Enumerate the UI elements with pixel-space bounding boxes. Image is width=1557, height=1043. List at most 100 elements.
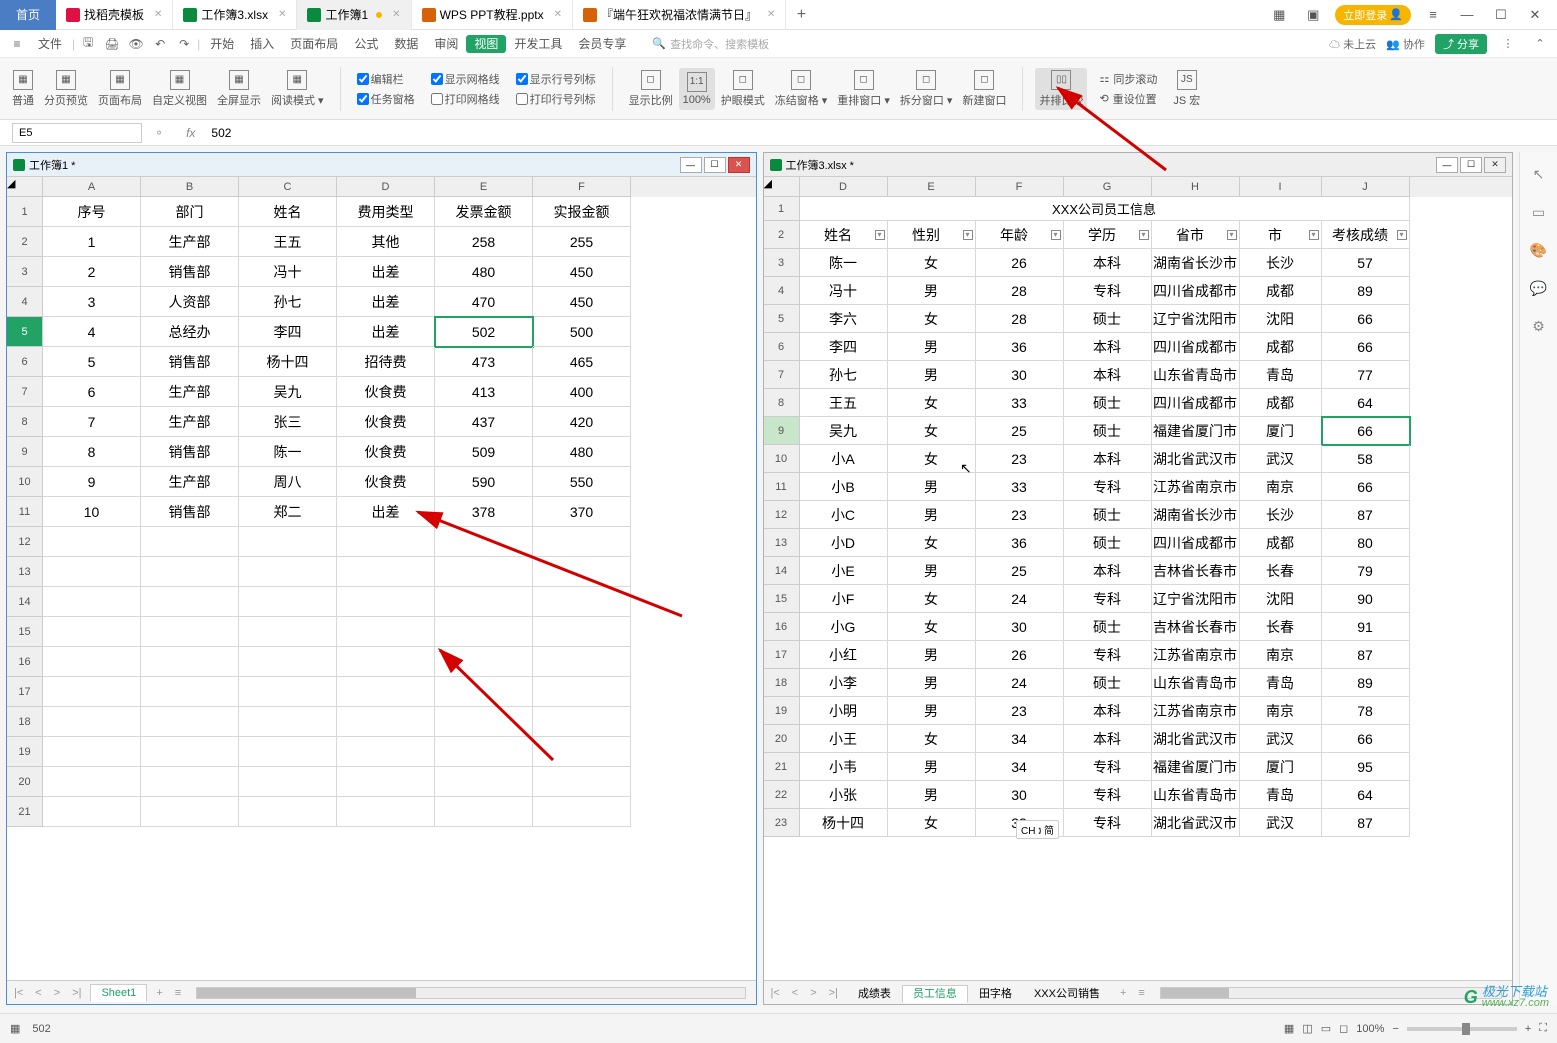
window-titlebar[interactable]: 工作簿1 * — ☐ ✕ <box>7 153 756 177</box>
data-cell[interactable]: 武汉 <box>1240 725 1322 753</box>
data-cell[interactable]: 伙食费 <box>337 407 435 437</box>
sync-scroll[interactable]: ⚏ 同步滚动 <box>1099 71 1157 87</box>
row-header[interactable]: 9 <box>7 437 43 467</box>
print-icon[interactable]: 🖨 <box>101 33 123 55</box>
data-cell[interactable]: 378 <box>435 497 533 527</box>
close-button[interactable]: ✕ <box>1523 3 1547 27</box>
data-cell[interactable]: 硕士 <box>1064 501 1152 529</box>
data-cell[interactable]: 89 <box>1322 277 1410 305</box>
tab-nav-last[interactable]: >| <box>69 987 84 999</box>
preview-icon[interactable]: 👁 <box>125 33 147 55</box>
zoom-slider[interactable] <box>1407 1027 1517 1031</box>
data-cell[interactable]: 男 <box>888 781 976 809</box>
data-cell[interactable]: 武汉 <box>1240 445 1322 473</box>
data-cell[interactable]: 66 <box>1322 305 1410 333</box>
empty-cell[interactable] <box>337 767 435 797</box>
row-header[interactable]: 9 <box>764 417 800 445</box>
data-cell[interactable]: 8 <box>43 437 141 467</box>
file-tab[interactable]: WPS PPT教程.pptx✕ <box>412 0 573 30</box>
sheet-tab[interactable]: 田字格 <box>968 985 1023 1003</box>
data-cell[interactable]: 95 <box>1322 753 1410 781</box>
data-cell[interactable]: 青岛 <box>1240 669 1322 697</box>
data-cell[interactable]: 伙食费 <box>337 437 435 467</box>
filter-dropdown-icon[interactable]: ▾ <box>963 230 973 240</box>
sheet-tab[interactable]: 成绩表 <box>847 985 902 1003</box>
empty-cell[interactable] <box>141 647 239 677</box>
home-tab[interactable]: 首页 <box>0 0 56 30</box>
ribbon-checkbox[interactable]: 打印网格线 <box>431 91 500 107</box>
reset-position[interactable]: ⟲ 重设位置 <box>1099 91 1157 107</box>
data-cell[interactable]: 78 <box>1322 697 1410 725</box>
data-cell[interactable]: 女 <box>888 725 976 753</box>
banner-cell[interactable]: XXX公司员工信息 <box>800 197 1410 221</box>
row-header[interactable]: 1 <box>764 197 800 221</box>
data-cell[interactable]: 长沙 <box>1240 249 1322 277</box>
header-cell[interactable]: 序号 <box>43 197 141 227</box>
data-cell[interactable]: 山东省青岛市 <box>1152 781 1240 809</box>
row-header[interactable]: 11 <box>7 497 43 527</box>
data-cell[interactable]: 湖南省长沙市 <box>1152 249 1240 277</box>
window-maximize[interactable]: ☐ <box>704 157 726 173</box>
data-cell[interactable]: 90 <box>1322 585 1410 613</box>
data-cell[interactable]: 专科 <box>1064 277 1152 305</box>
empty-cell[interactable] <box>141 767 239 797</box>
empty-cell[interactable] <box>533 707 631 737</box>
fullscreen-icon[interactable]: ⛶ <box>1539 1022 1547 1035</box>
tab-nav-first[interactable]: |< <box>11 987 26 999</box>
data-cell[interactable]: 64 <box>1322 781 1410 809</box>
row-header[interactable]: 6 <box>764 333 800 361</box>
filter-dropdown-icon[interactable]: ▾ <box>875 230 885 240</box>
row-header[interactable]: 10 <box>764 445 800 473</box>
login-button[interactable]: 立即登录 👤 <box>1335 5 1411 25</box>
row-header[interactable]: 4 <box>764 277 800 305</box>
data-cell[interactable]: 吴九 <box>239 377 337 407</box>
data-cell[interactable]: 男 <box>888 697 976 725</box>
empty-cell[interactable] <box>533 737 631 767</box>
column-header[interactable]: B <box>141 177 239 197</box>
data-cell[interactable]: 江苏省南京市 <box>1152 473 1240 501</box>
data-cell[interactable]: 女 <box>888 417 976 445</box>
row-header[interactable]: 18 <box>764 669 800 697</box>
tab-nav-prev[interactable]: < <box>32 987 44 999</box>
horizontal-scrollbar[interactable] <box>196 987 745 999</box>
row-header[interactable]: 11 <box>764 473 800 501</box>
data-cell[interactable]: 小E <box>800 557 888 585</box>
data-cell[interactable]: 男 <box>888 361 976 389</box>
data-cell[interactable]: 出差 <box>337 257 435 287</box>
empty-cell[interactable] <box>337 737 435 767</box>
menu-item[interactable]: 页面布局 <box>282 37 346 51</box>
header-cell[interactable]: 性别▾ <box>888 221 976 249</box>
empty-cell[interactable] <box>435 797 533 827</box>
data-cell[interactable]: 370 <box>533 497 631 527</box>
menu-item[interactable]: 插入 <box>242 37 282 51</box>
row-header[interactable]: 2 <box>7 227 43 257</box>
close-tab-icon[interactable]: ✕ <box>154 9 162 20</box>
file-tab[interactable]: 『端午狂欢祝福浓情满节日』✕ <box>573 0 786 30</box>
data-cell[interactable]: 28 <box>976 277 1064 305</box>
row-header[interactable]: 16 <box>7 647 43 677</box>
row-header[interactable]: 7 <box>764 361 800 389</box>
window-titlebar[interactable]: 工作簿3.xlsx * — ☐ ✕ <box>764 153 1513 177</box>
close-tab-icon[interactable]: ✕ <box>278 9 286 20</box>
data-cell[interactable]: 58 <box>1322 445 1410 473</box>
empty-cell[interactable] <box>43 737 141 767</box>
data-cell[interactable]: 66 <box>1322 417 1410 445</box>
empty-cell[interactable] <box>43 647 141 677</box>
data-cell[interactable]: 王五 <box>239 227 337 257</box>
ribbon-button[interactable]: 1:1100% <box>679 68 715 110</box>
menu-item[interactable]: 公式 <box>346 37 386 51</box>
data-cell[interactable]: 420 <box>533 407 631 437</box>
data-cell[interactable]: 36 <box>976 333 1064 361</box>
empty-cell[interactable] <box>435 677 533 707</box>
header-cell[interactable]: 年龄▾ <box>976 221 1064 249</box>
data-cell[interactable]: 5 <box>43 347 141 377</box>
row-header[interactable]: 3 <box>7 257 43 287</box>
data-cell[interactable]: 辽宁省沈阳市 <box>1152 305 1240 333</box>
header-cell[interactable]: 省市▾ <box>1152 221 1240 249</box>
data-cell[interactable]: 陈一 <box>239 437 337 467</box>
data-cell[interactable]: 34 <box>976 753 1064 781</box>
data-cell[interactable]: 长沙 <box>1240 501 1322 529</box>
data-cell[interactable]: 23 <box>976 501 1064 529</box>
data-cell[interactable]: 专科 <box>1064 585 1152 613</box>
data-cell[interactable]: 硕士 <box>1064 669 1152 697</box>
